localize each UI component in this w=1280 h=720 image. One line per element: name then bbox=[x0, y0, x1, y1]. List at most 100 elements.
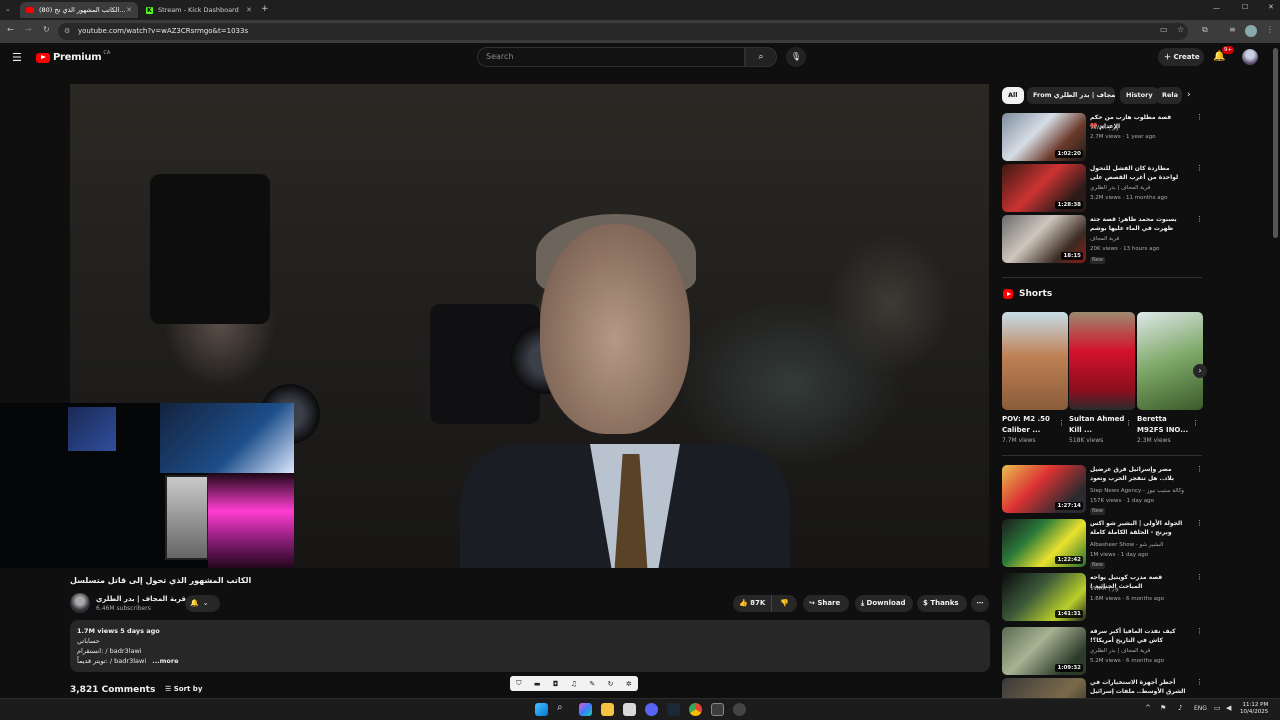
share-button[interactable]: ↪ Share bbox=[803, 595, 849, 612]
thanks-label: Thanks bbox=[930, 599, 959, 607]
section-divider bbox=[1002, 455, 1202, 456]
search-input[interactable]: Search bbox=[477, 47, 745, 67]
chip-history[interactable]: History bbox=[1120, 87, 1159, 104]
audio-icon[interactable]: ♫ bbox=[571, 680, 577, 688]
close-window-icon[interactable]: ✕ bbox=[1268, 3, 1274, 11]
reload-icon[interactable]: ↻ bbox=[43, 25, 50, 34]
bookmark-star-icon[interactable]: ☆ bbox=[1177, 25, 1184, 34]
description-box[interactable]: 1.7M views 5 days ago حساباتي انستقرام: … bbox=[70, 620, 990, 672]
tab-close-icon[interactable]: ✕ bbox=[126, 6, 132, 14]
dislike-button[interactable]: 👎 bbox=[771, 595, 797, 612]
copilot-icon[interactable] bbox=[579, 703, 592, 716]
shorts-next-icon[interactable]: › bbox=[1193, 364, 1207, 378]
more-vertical-icon[interactable]: ⋮ bbox=[1192, 419, 1199, 427]
url-input[interactable]: ⚙ youtube.com/watch?v=wAZ3CRsrmgo&t=1033… bbox=[58, 23, 1188, 40]
app-icon[interactable] bbox=[733, 703, 746, 716]
like-button[interactable]: 👍 87K bbox=[733, 595, 771, 612]
settings-icon[interactable]: ✲ bbox=[626, 680, 632, 688]
discord-icon[interactable] bbox=[645, 703, 658, 716]
profile-avatar[interactable] bbox=[1245, 25, 1257, 37]
sidebar-video[interactable]: 18:15 بسبوت محمد طاهر: قصة جثة ظهرت في ا… bbox=[1002, 215, 1203, 265]
more-vertical-icon[interactable]: ⋮ bbox=[1196, 164, 1203, 172]
stream-webcam-overlay bbox=[0, 403, 294, 568]
chip-related[interactable]: Rela bbox=[1156, 87, 1182, 104]
thanks-button[interactable]: $ Thanks bbox=[917, 595, 967, 612]
volume-icon[interactable]: ◀ bbox=[1226, 704, 1231, 712]
tab-search-icon[interactable]: ⌄ bbox=[5, 5, 11, 13]
shield-icon[interactable]: ⛉ bbox=[516, 679, 521, 688]
create-button[interactable]: ＋ Create bbox=[1158, 48, 1204, 66]
network-icon[interactable]: ▭ bbox=[1214, 704, 1221, 712]
duration-badge: 1:22:42 bbox=[1055, 556, 1083, 564]
extensions-icon[interactable]: ⧉ bbox=[1202, 25, 1208, 35]
share-icon: ↪ bbox=[809, 599, 815, 607]
tab-kick[interactable]: K Stream - Kick Dashboard ✕ bbox=[140, 2, 258, 18]
hamburger-menu-icon[interactable]: ☰ bbox=[12, 51, 22, 64]
sidebar-video[interactable]: أخطر أجهزة الاستخبارات في الشرق الأوسط..… bbox=[1002, 678, 1200, 698]
system-clock[interactable]: 11:12 PM 10/4/2025 bbox=[1240, 702, 1268, 716]
sidebar-video[interactable]: 1:02:20 قصة مطلوب هارب من حكم الإعدام 💔 … bbox=[1002, 113, 1203, 163]
site-info-icon[interactable]: ⚙ bbox=[64, 23, 70, 40]
tab-youtube[interactable]: (80) الكاتب المشهور الذي تح... ✕ bbox=[20, 2, 138, 18]
tab-close-icon[interactable]: ✕ bbox=[246, 6, 252, 14]
more-actions-button[interactable]: ⋯ bbox=[971, 595, 989, 612]
obs-icon[interactable] bbox=[711, 703, 724, 716]
download-button[interactable]: ⤓ Download bbox=[855, 595, 913, 612]
media-icon[interactable]: ≡ bbox=[1229, 25, 1236, 34]
show-more-link[interactable]: ...more bbox=[152, 657, 178, 665]
more-vertical-icon[interactable]: ⋮ bbox=[1196, 519, 1203, 527]
browser-menu-icon[interactable]: ⋮ bbox=[1266, 25, 1274, 34]
sidebar-video[interactable]: 1:22:42 الجولة الأولى | البشير شو اكس وب… bbox=[1002, 519, 1203, 569]
account-avatar[interactable] bbox=[1242, 49, 1258, 65]
sidebar-video[interactable]: 1:41:31 قصة مدرب كويتيل يواجه المباحث ال… bbox=[1002, 573, 1203, 623]
taskbar-search-icon[interactable]: ⌕ bbox=[557, 702, 563, 713]
language-indicator[interactable]: ENG bbox=[1194, 705, 1207, 712]
voice-search-button[interactable]: 🎙 bbox=[786, 47, 806, 67]
tray-mic-icon[interactable]: ♪ bbox=[1178, 704, 1182, 712]
overlay-screen bbox=[68, 407, 116, 451]
windows-start-icon[interactable] bbox=[535, 703, 548, 716]
chip-all[interactable]: All bbox=[1002, 87, 1024, 104]
search-button[interactable]: ⌕ bbox=[745, 47, 777, 67]
channel-name: قرية المجاف | بدر الطلري bbox=[1090, 185, 1151, 191]
duration-badge: 1:09:32 bbox=[1055, 664, 1083, 672]
chrome-icon[interactable] bbox=[689, 703, 702, 716]
sort-by-button[interactable]: ☰ Sort by bbox=[165, 685, 202, 693]
channel-avatar[interactable] bbox=[70, 593, 90, 613]
maximize-icon[interactable]: ☐ bbox=[1242, 3, 1248, 11]
sidebar-video[interactable]: 1:27:14 مصر وإسرائيل فرق عرضيل بلاد.. هل… bbox=[1002, 465, 1203, 515]
tray-app-icon[interactable]: ⚑ bbox=[1160, 704, 1166, 712]
camera-icon[interactable]: ◘ bbox=[553, 680, 559, 688]
back-icon[interactable]: ← bbox=[7, 25, 14, 34]
chevron-right-icon[interactable]: › bbox=[1187, 90, 1191, 100]
more-vertical-icon[interactable]: ⋮ bbox=[1196, 465, 1203, 473]
sidebar-video[interactable]: 1:09:32 كيف نفذت المافيا أكبر سرقة كاش ف… bbox=[1002, 627, 1203, 677]
more-vertical-icon[interactable]: ⋮ bbox=[1196, 573, 1203, 581]
steam-icon[interactable] bbox=[667, 703, 680, 716]
new-tab-icon[interactable]: + bbox=[261, 4, 269, 14]
sidebar-video[interactable]: 1:28:38 مطاردة كان الفشل للتحول لواحدة م… bbox=[1002, 164, 1203, 214]
video-thumbnail: 1:41:31 bbox=[1002, 573, 1086, 621]
folder-icon[interactable]: ▬ bbox=[534, 680, 541, 688]
cast-icon[interactable]: ▭ bbox=[1160, 25, 1168, 34]
more-vertical-icon[interactable]: ⋮ bbox=[1196, 113, 1203, 121]
tray-chevron-icon[interactable]: ^ bbox=[1145, 704, 1151, 712]
more-vertical-icon[interactable]: ⋮ bbox=[1058, 419, 1065, 427]
chip-from-channel[interactable]: From قرية المجاف | بدر الطلري bbox=[1027, 87, 1115, 104]
forward-icon[interactable]: → bbox=[25, 25, 32, 34]
refresh-icon[interactable]: ↻ bbox=[608, 680, 614, 688]
like-count: 87K bbox=[750, 599, 766, 607]
file-explorer-icon[interactable] bbox=[601, 703, 614, 716]
pin-icon[interactable]: ✎ bbox=[589, 680, 595, 688]
more-vertical-icon[interactable]: ⋮ bbox=[1196, 215, 1203, 223]
more-vertical-icon[interactable]: ⋮ bbox=[1196, 627, 1203, 635]
man-face bbox=[540, 224, 690, 434]
minimize-icon[interactable]: — bbox=[1213, 4, 1220, 12]
youtube-premium-logo[interactable]: Premium CA bbox=[36, 50, 110, 63]
subscribed-bell-button[interactable]: 🔔 ⌄ bbox=[185, 595, 220, 612]
page-scrollbar[interactable] bbox=[1273, 48, 1278, 238]
more-vertical-icon[interactable]: ⋮ bbox=[1125, 419, 1132, 427]
store-icon[interactable] bbox=[623, 703, 636, 716]
channel-name[interactable]: قرية المجاف | بدر الطلري ✔ bbox=[96, 595, 193, 603]
more-vertical-icon[interactable]: ⋮ bbox=[1196, 678, 1200, 686]
